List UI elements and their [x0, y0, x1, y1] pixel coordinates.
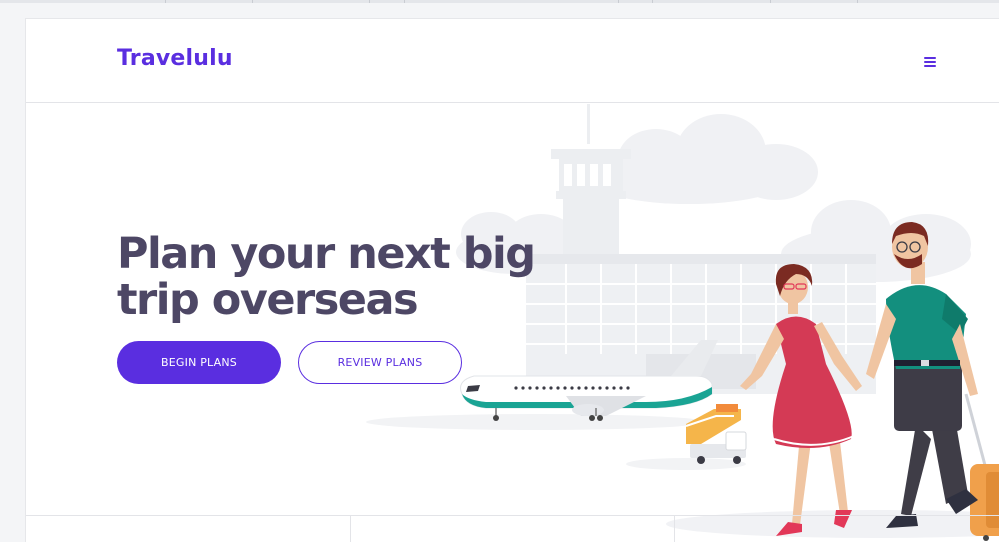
hamburger-menu-icon[interactable] — [919, 52, 941, 70]
begin-plans-button[interactable]: BEGIN PLANS — [117, 341, 281, 384]
review-plans-button[interactable]: REVIEW PLANS — [298, 341, 462, 384]
airport-couple-travel-illustration — [366, 104, 999, 541]
feature-cards-row — [26, 515, 999, 542]
hero-headline: Plan your next big trip overseas — [117, 229, 536, 325]
browser-top-strip — [0, 0, 999, 3]
brand-logo[interactable]: Travelulu — [117, 46, 233, 71]
site-header: Travelulu — [26, 19, 999, 103]
page-container: Travelulu Plan your next big trip overse… — [25, 18, 999, 542]
